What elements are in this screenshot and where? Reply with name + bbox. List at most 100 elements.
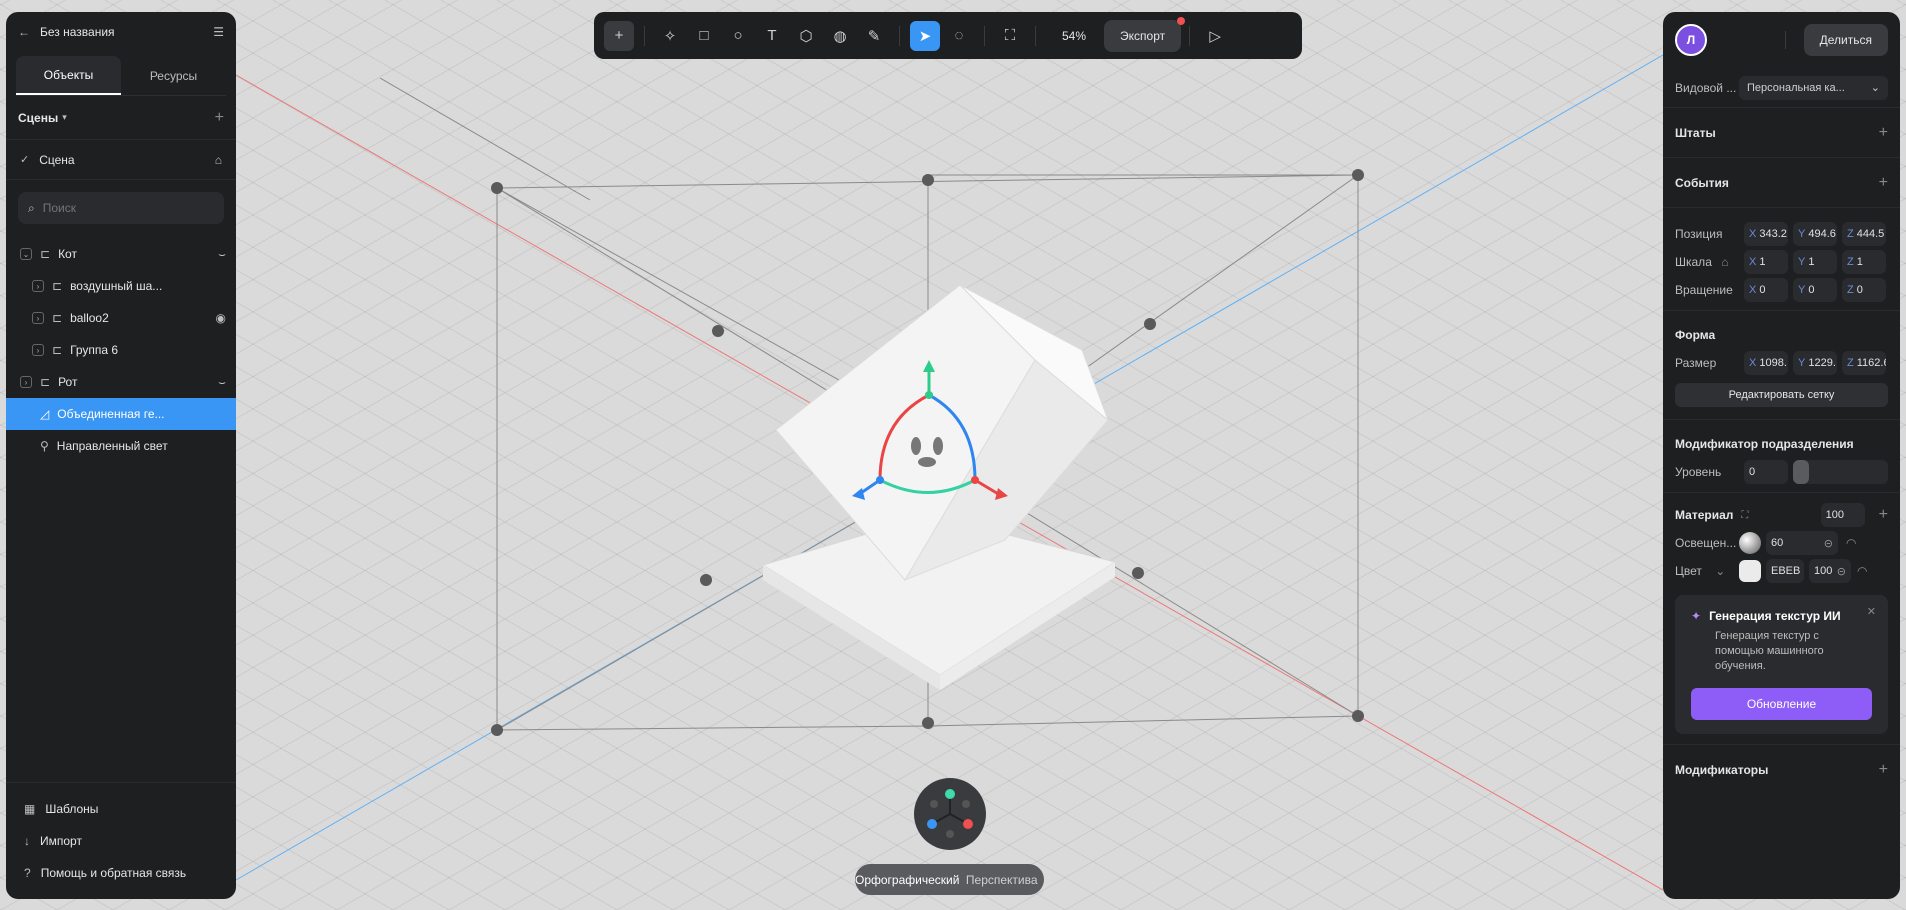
circle-icon[interactable]: ○	[723, 21, 753, 51]
select-icon[interactable]: ➤	[910, 20, 940, 51]
scene-item[interactable]: ✓ Сцена ⌂	[6, 140, 236, 180]
scale-y-input[interactable]: Y1	[1793, 250, 1837, 274]
rotation-y-input[interactable]: Y0	[1793, 278, 1837, 302]
size-z-value: 1162.6	[1856, 357, 1886, 369]
orthographic-option[interactable]: Орфографический	[855, 873, 959, 887]
collapse-icon[interactable]: ⌣	[218, 247, 226, 262]
help-link[interactable]: ? Помощь и обратная связь	[6, 857, 236, 889]
tree-item-mouth[interactable]: › ⊏ Рот ⌣	[6, 366, 236, 398]
play-icon[interactable]: ▷	[1200, 21, 1230, 51]
tab-objects[interactable]: Объекты	[16, 56, 121, 95]
eye-icon[interactable]: ⊝	[1824, 537, 1833, 550]
export-label: Экспорт	[1120, 28, 1166, 43]
3d-viewport[interactable]	[0, 0, 1906, 910]
navigation-gizmo[interactable]	[914, 778, 986, 850]
search-input[interactable]	[42, 201, 203, 215]
view-select[interactable]: Персональная ка... ⌄	[1739, 75, 1888, 100]
sphere-icon[interactable]: ◍	[825, 21, 855, 51]
shape-header: Форма	[1663, 321, 1900, 349]
zoom-level[interactable]: 54%	[1044, 29, 1104, 43]
export-button[interactable]: Экспорт	[1104, 16, 1186, 52]
lock-icon[interactable]: ⌂	[1721, 255, 1728, 269]
chevron-right-icon[interactable]: ›	[32, 280, 44, 292]
material-opacity-input[interactable]: 100	[1820, 503, 1865, 527]
rectangle-icon[interactable]: □	[689, 21, 719, 51]
close-icon[interactable]: ✕	[1867, 605, 1876, 618]
tab-resources[interactable]: Ресурсы	[121, 56, 226, 95]
pen-icon[interactable]: ✎	[859, 21, 889, 51]
position-x-input[interactable]: X 343.2	[1744, 222, 1788, 246]
scale-label: Шкала	[1675, 255, 1712, 269]
size-row: Размер X1098. Y1229. Z1162.6	[1663, 349, 1900, 377]
add-modifier-icon[interactable]: +	[1879, 761, 1888, 779]
level-label: Уровень	[1675, 465, 1722, 479]
target-icon[interactable]: ◉	[216, 311, 226, 325]
tree-item-balloo2[interactable]: › ⊏ balloo2 ◉	[6, 302, 236, 334]
templates-label: Шаблоны	[45, 802, 99, 816]
slider-thumb[interactable]	[1793, 460, 1809, 484]
rotation-z-input[interactable]: Z0	[1842, 278, 1886, 302]
search-box[interactable]: ⌕	[18, 192, 224, 224]
add-material-icon[interactable]: +	[1879, 506, 1888, 524]
chevron-right-icon[interactable]: ›	[20, 376, 32, 388]
expand-icon[interactable]: ⛶	[1741, 510, 1748, 521]
rotation-label: Вращение	[1675, 283, 1733, 297]
scenes-label[interactable]: Сцены	[18, 111, 58, 125]
chevron-down-icon[interactable]: ▾	[62, 112, 67, 123]
position-y-input[interactable]: Y 494.6	[1793, 222, 1837, 246]
chevron-right-icon[interactable]: ›	[32, 344, 44, 356]
lighting-input[interactable]: 60 ⊝	[1766, 531, 1838, 555]
visibility-icon[interactable]: ◠	[1846, 536, 1856, 550]
tree-item-balloon[interactable]: › ⊏ воздушный ша...	[6, 270, 236, 302]
position-z-input[interactable]: Z 444.5	[1842, 222, 1886, 246]
import-link[interactable]: ↓ Импорт	[6, 825, 236, 857]
color-opacity-input[interactable]: 100 ⊝	[1809, 559, 1851, 583]
tree-item-directional-light[interactable]: ⚲ Направленный свет	[6, 430, 236, 462]
tree-item-cat[interactable]: ⌄ ⊏ Кот ⌣	[6, 238, 236, 270]
level-row: Уровень 0	[1663, 458, 1900, 486]
axis-x-label: X	[1749, 284, 1757, 296]
text-icon[interactable]: T	[757, 21, 787, 51]
back-arrow-icon[interactable]: ←	[18, 25, 30, 39]
templates-link[interactable]: ▦ Шаблоны	[6, 793, 236, 825]
menu-icon[interactable]: ☰	[213, 25, 224, 39]
comment-icon[interactable]: ◌	[944, 21, 974, 51]
tree-item-merged-geometry[interactable]: ◿ Объединенная ге...	[6, 398, 236, 430]
color-swatch[interactable]	[1739, 560, 1761, 582]
collapse-icon[interactable]: ⌣	[218, 375, 226, 390]
color-hex-input[interactable]: EBEB	[1766, 559, 1804, 583]
share-button[interactable]: Делиться	[1803, 24, 1888, 56]
project-title[interactable]: Без названия	[40, 25, 213, 39]
add-button[interactable]: +	[604, 20, 634, 51]
tree-item-group6[interactable]: › ⊏ Группа 6	[6, 334, 236, 366]
add-event-icon[interactable]: +	[1879, 174, 1888, 192]
frame-icon[interactable]: ⛶	[995, 21, 1025, 51]
level-slider[interactable]	[1793, 460, 1888, 484]
rotation-y-value: 0	[1808, 284, 1815, 296]
eye-icon[interactable]: ⊝	[1837, 565, 1846, 578]
rotation-x-input[interactable]: X0	[1744, 278, 1788, 302]
group-icon: ⊏	[40, 375, 51, 389]
size-y-input[interactable]: Y 1229.	[1793, 351, 1837, 375]
view-value: Персональная ка...	[1747, 81, 1845, 94]
size-x-input[interactable]: X 1098.	[1744, 351, 1788, 375]
chevron-right-icon[interactable]: ›	[32, 312, 44, 324]
cube-icon[interactable]: ⬡	[791, 21, 821, 51]
scale-x-input[interactable]: X1	[1744, 250, 1788, 274]
home-icon[interactable]: ⌂	[215, 153, 222, 167]
axis-z-label: Z	[1847, 284, 1854, 296]
update-button[interactable]: Обновление	[1691, 688, 1872, 720]
lighting-swatch[interactable]	[1739, 532, 1761, 554]
ai-sparkle-icon[interactable]: ✧	[655, 21, 685, 51]
add-scene-icon[interactable]: +	[215, 109, 224, 127]
level-input[interactable]: 0	[1744, 460, 1788, 484]
edit-mesh-button[interactable]: Редактировать сетку	[1675, 383, 1888, 407]
size-z-input[interactable]: Z1162.6	[1842, 351, 1886, 375]
chevron-down-icon[interactable]: ⌄	[1715, 564, 1725, 578]
perspective-option[interactable]: Перспектива	[959, 873, 1044, 887]
chevron-down-icon[interactable]: ⌄	[20, 248, 32, 260]
add-state-icon[interactable]: +	[1879, 124, 1888, 142]
scale-z-input[interactable]: Z1	[1842, 250, 1886, 274]
visibility-icon[interactable]: ◠	[1857, 564, 1867, 578]
avatar[interactable]: Л	[1675, 24, 1707, 56]
